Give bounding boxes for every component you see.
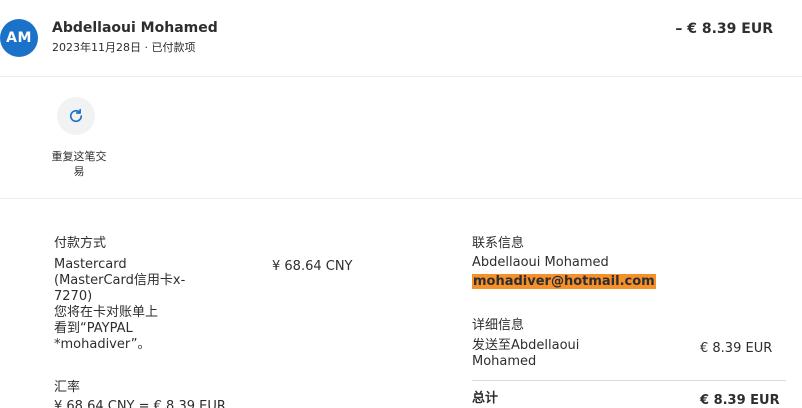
avatar-initials: AM [6,30,32,46]
sent-to-line2: Mohamed [472,354,537,369]
actions-divider [0,198,802,199]
exchange-rate-label: 汇率 [54,380,81,395]
payment-method-line2: (MasterCard信用卡x- [54,273,186,288]
contact-info-label: 联系信息 [472,236,525,251]
total-label: 总计 [472,391,499,406]
refresh-icon [69,108,83,123]
payment-method-line6: *mohadiver”。 [54,337,151,352]
details-label: 详细信息 [472,318,525,333]
payment-method-line3: 7270) [54,289,93,304]
contact-email[interactable]: mohadiver@hotmail.com [472,274,656,289]
sent-amount: € 8.39 EUR [700,341,773,356]
transaction-header: AM Abdellaoui Mohamed 2023年11月28日 · 已付款项… [0,0,802,77]
total-amount: € 8.39 EUR [700,393,780,408]
counterparty-name: Abdellaoui Mohamed [52,20,218,36]
total-divider [472,380,786,381]
contact-email-row: mohadiver@hotmail.com [472,274,656,290]
header-divider [0,76,802,77]
sent-to-line1: 发送至Abdellaoui [472,338,580,353]
avatar: AM [0,19,38,57]
exchange-rate-value: ¥ 68.64 CNY = € 8.39 EUR [54,399,226,408]
transaction-amount: – € 8.39 EUR [675,21,773,37]
payment-method-amount: ¥ 68.64 CNY [272,259,353,274]
payment-method-line5: 看到“PAYPAL [54,321,133,336]
payment-method-label: 付款方式 [54,236,107,251]
transaction-date-status: 2023年11月28日 · 已付款项 [52,41,196,54]
payment-method-line4: 您将在卡对账单上 [54,305,159,320]
contact-name: Abdellaoui Mohamed [472,255,609,270]
repeat-transaction-button[interactable] [57,97,95,135]
payment-method-line1: Mastercard [54,257,127,272]
repeat-transaction-label[interactable]: 重复这笔交易 [48,149,110,179]
